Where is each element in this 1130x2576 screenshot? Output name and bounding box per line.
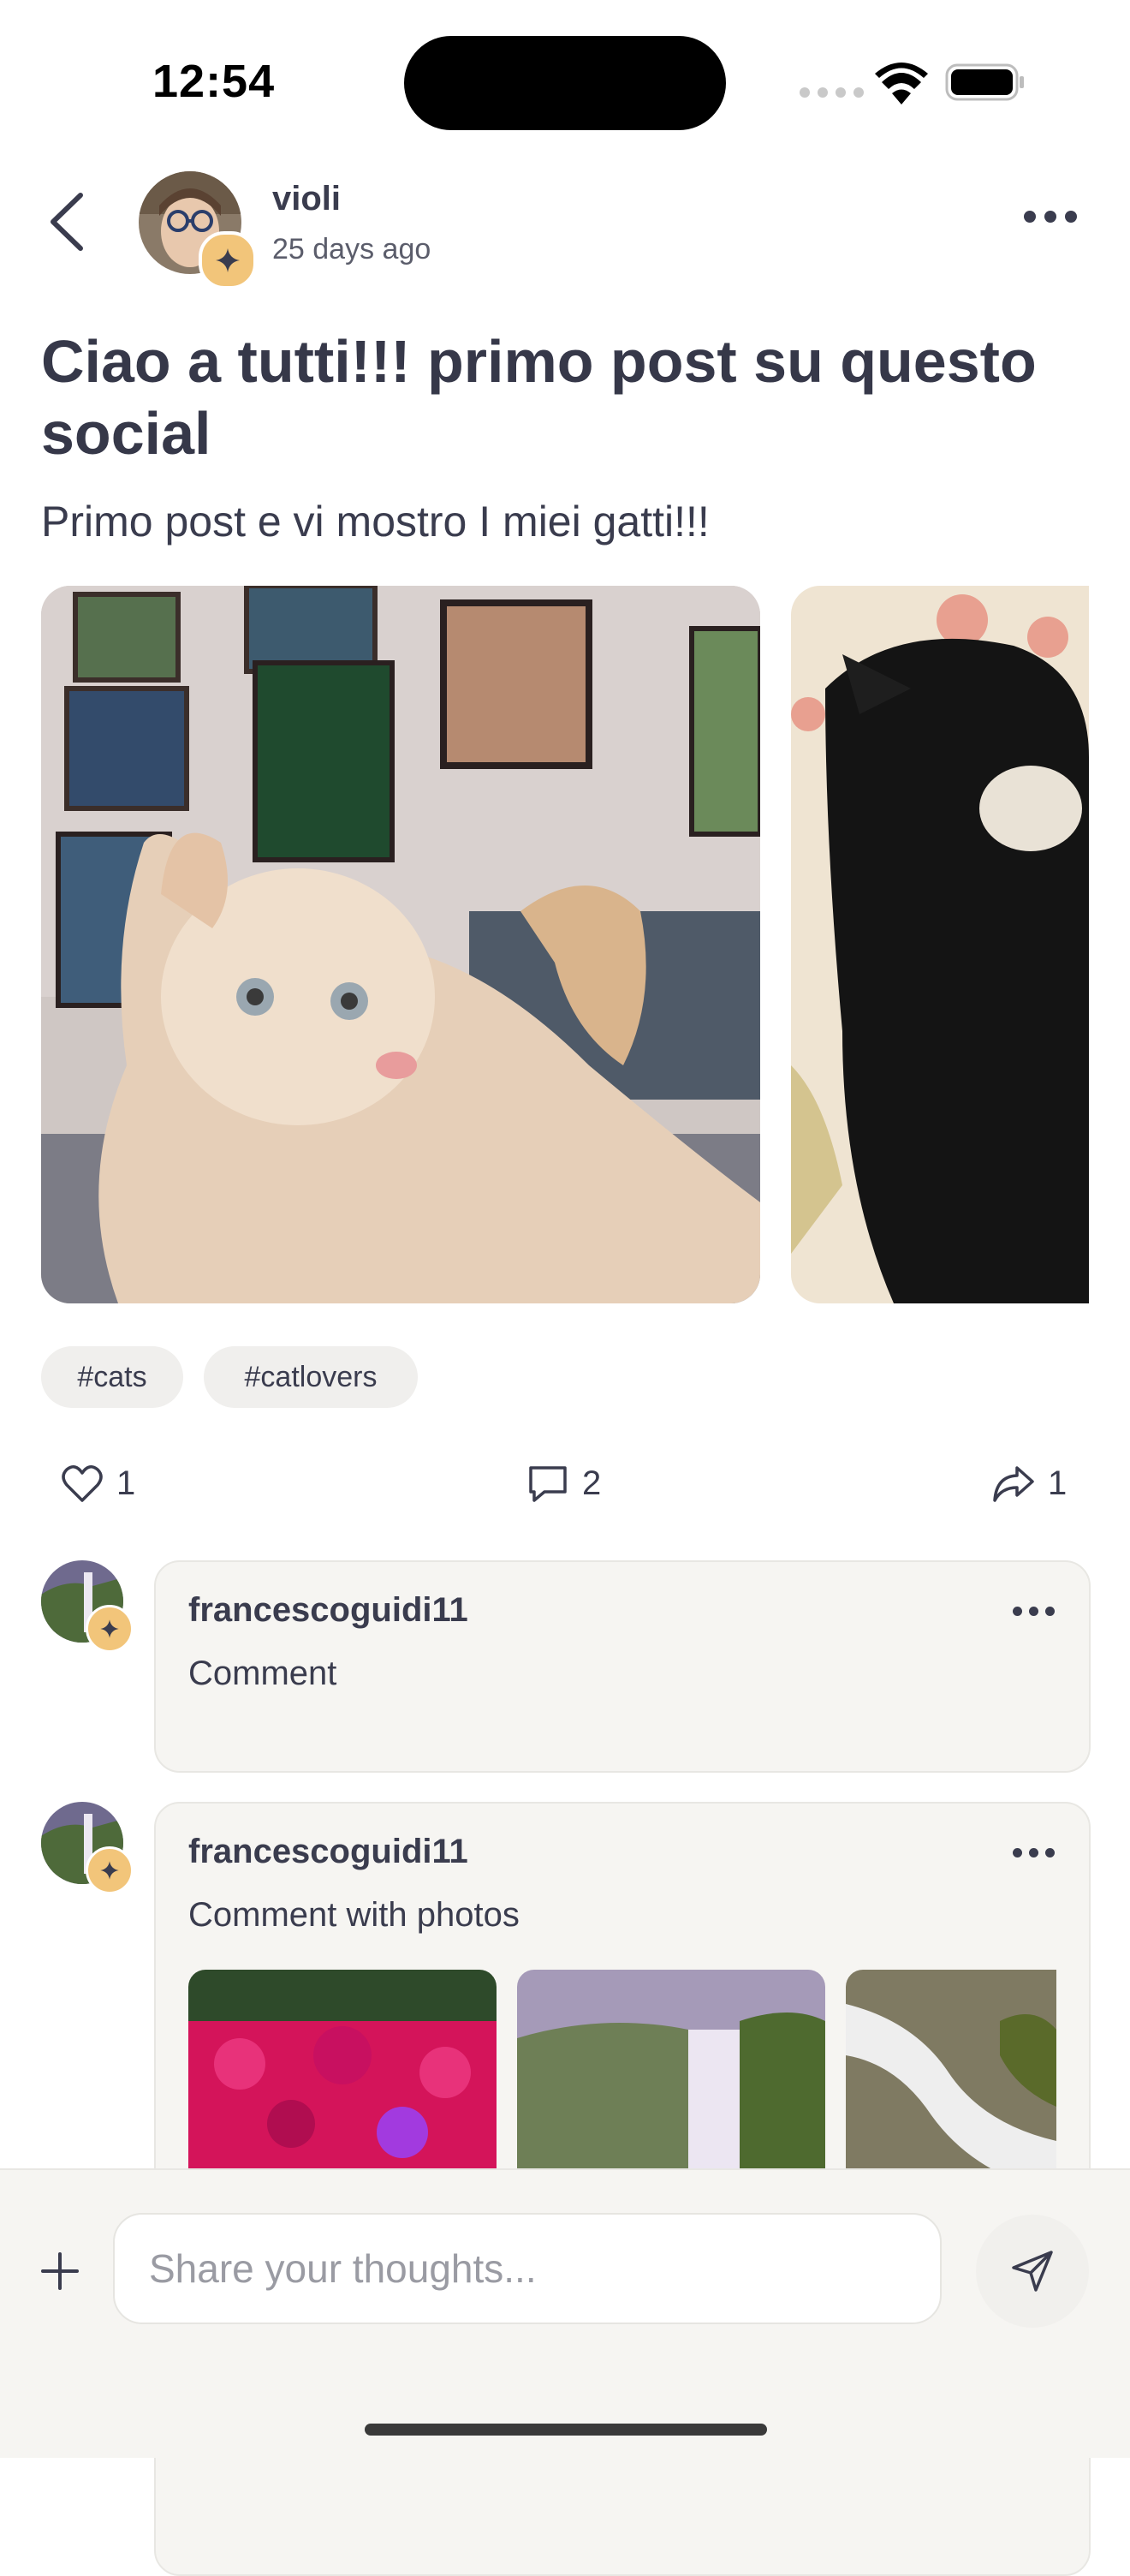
tag-chip[interactable]: #cats: [41, 1346, 183, 1408]
post-more-options-icon[interactable]: [1024, 211, 1077, 223]
share-button[interactable]: 1: [991, 1456, 1067, 1511]
comment-author[interactable]: francescoguidi11: [188, 1833, 468, 1871]
post-author-name[interactable]: violi: [272, 180, 341, 218]
comment-count: 2: [582, 1464, 602, 1502]
comment-avatar[interactable]: [41, 1560, 134, 1653]
comment-more-options-icon[interactable]: [1013, 1848, 1055, 1857]
send-icon: [1012, 2251, 1053, 2292]
send-button[interactable]: [976, 2215, 1089, 2328]
post-photo-black-cat[interactable]: [791, 586, 1089, 1303]
comment-button[interactable]: 2: [526, 1456, 601, 1511]
like-count: 1: [116, 1464, 136, 1502]
comment-icon: [529, 1466, 567, 1502]
sparkle-badge-icon: [86, 1846, 134, 1894]
dynamic-island: [404, 36, 726, 130]
heart-icon: [62, 1465, 103, 1502]
status-time: 12:54: [152, 56, 276, 107]
author-avatar[interactable]: [139, 171, 257, 289]
home-indicator[interactable]: [365, 2424, 767, 2436]
post-title: Ciao a tutti!!! primo post su questo soc…: [41, 328, 1037, 467]
comment-text: Comment with photos: [188, 1896, 520, 1934]
comment-avatar[interactable]: [41, 1802, 134, 1894]
back-chevron-icon[interactable]: [43, 190, 94, 253]
comment-input[interactable]: [113, 2213, 942, 2324]
comment-author[interactable]: francescoguidi11: [188, 1591, 468, 1630]
share-icon: [993, 1466, 1034, 1502]
share-count: 1: [1048, 1464, 1068, 1502]
sparkle-badge-icon: [199, 231, 257, 289]
post-photo-orange-cat[interactable]: [41, 586, 760, 1303]
battery-icon: [945, 63, 1024, 101]
comment-composer: [0, 2168, 1130, 2458]
comment-more-options-icon[interactable]: [1013, 1607, 1055, 1616]
wifi-icon: [875, 63, 928, 104]
plus-icon[interactable]: [38, 2249, 82, 2293]
post-body: Primo post e vi mostro I miei gatti!!!: [41, 498, 710, 546]
sparkle-badge-icon: [86, 1605, 134, 1653]
tag-chip[interactable]: #catlovers: [204, 1346, 418, 1408]
like-button[interactable]: 1: [60, 1456, 135, 1511]
comment-card: francescoguidi11 Comment: [154, 1560, 1091, 1773]
post-timestamp: 25 days ago: [272, 233, 431, 265]
cellular-signal-icon: [800, 87, 864, 98]
comment-text: Comment: [188, 1655, 337, 1692]
